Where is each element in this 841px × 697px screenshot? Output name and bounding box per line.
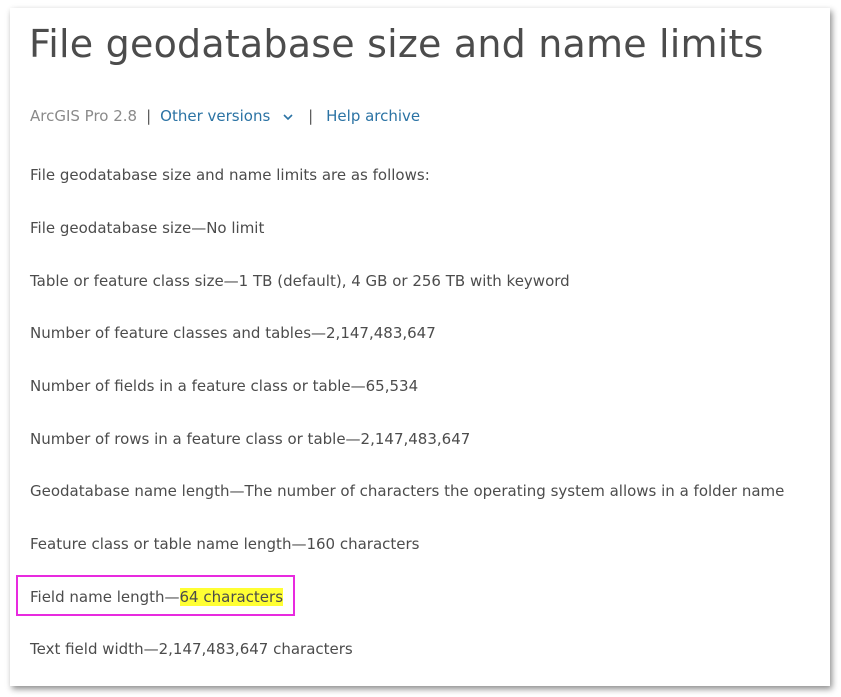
limit-item: Number of fields in a feature class or t… (30, 377, 419, 395)
separator: | (308, 107, 314, 125)
limit-item: File geodatabase size—No limit (30, 219, 265, 237)
document-frame: File geodatabase size and name limits Ar… (10, 8, 830, 686)
help-archive-link[interactable]: Help archive (326, 107, 420, 125)
separator: | (146, 107, 152, 125)
field-name-prefix: Field name length— (30, 588, 180, 606)
limit-item: Text field width—2,147,483,647 character… (30, 640, 353, 658)
version-bar: ArcGIS Pro 2.8 | Other versions | Help a… (30, 107, 420, 125)
limit-item: Geodatabase name length—The number of ch… (30, 482, 785, 500)
highlighted-value: 64 characters (179, 588, 284, 606)
limit-item: Number of feature classes and tables—2,1… (30, 324, 436, 342)
limit-item: Feature class or table name length—160 c… (30, 535, 420, 553)
limit-item: Table or feature class size—1 TB (defaul… (30, 272, 570, 290)
field-name-limit: Field name length—64 characters (30, 588, 284, 606)
product-version: ArcGIS Pro 2.8 (30, 107, 138, 125)
chevron-down-icon (283, 113, 293, 120)
page-title: File geodatabase size and name limits (29, 22, 764, 66)
intro-text: File geodatabase size and name limits ar… (30, 166, 430, 184)
limit-item: Number of rows in a feature class or tab… (30, 430, 471, 448)
other-versions-label: Other versions (160, 107, 271, 125)
other-versions-dropdown[interactable]: Other versions (160, 107, 294, 125)
